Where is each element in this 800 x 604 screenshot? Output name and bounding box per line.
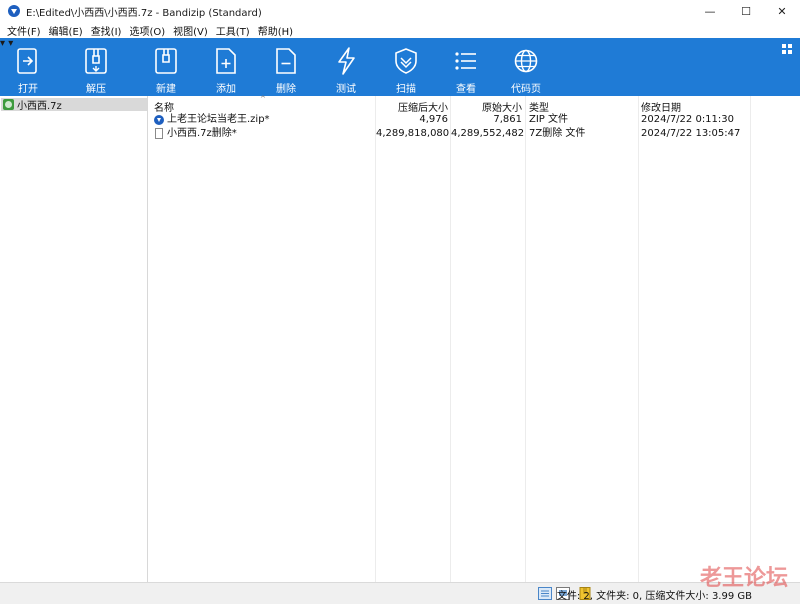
- document-icon: [155, 128, 163, 139]
- menu-tools[interactable]: 工具(T): [212, 23, 254, 38]
- open-button[interactable]: 打开: [4, 38, 52, 96]
- scan-button[interactable]: 扫描: [382, 38, 430, 96]
- menu-find[interactable]: 查找(I): [87, 23, 126, 38]
- new-archive-icon: [155, 48, 177, 74]
- delete-file-icon: [276, 48, 296, 74]
- column-header-packed[interactable]: 压缩后大小: [376, 99, 448, 114]
- codepage-label: 代码页: [511, 84, 541, 95]
- menu-file[interactable]: 文件(F): [3, 23, 45, 38]
- view-label: 查看: [456, 84, 476, 95]
- column-divider: [525, 96, 526, 582]
- menu-help[interactable]: 帮助(H): [254, 23, 297, 38]
- add-file-icon: [216, 48, 236, 74]
- add-button[interactable]: 添加: [202, 38, 250, 96]
- minimize-button[interactable]: —: [692, 0, 728, 22]
- menu-edit[interactable]: 编辑(E): [45, 23, 87, 38]
- window-controls: — ☐ ✕: [692, 0, 800, 22]
- column-divider: [450, 96, 451, 582]
- tree-item-label: 小西西.7z: [17, 101, 62, 112]
- file-name: 小西西.7z删除*: [167, 128, 237, 139]
- layout-grid-icon[interactable]: [782, 44, 792, 54]
- open-archive-icon: [17, 48, 37, 74]
- zip-file-icon: [154, 115, 164, 125]
- column-header-modified[interactable]: 修改日期: [641, 99, 681, 114]
- list-view-icon: [455, 52, 476, 70]
- open-label: 打开: [18, 84, 38, 95]
- file-row[interactable]: 小西西.7z删除* 4,289,818,080 4,289,552,482 7Z…: [150, 127, 800, 141]
- tree-item-archive-root[interactable]: 小西西.7z: [1, 98, 147, 112]
- menu-view[interactable]: 视图(V): [169, 23, 212, 38]
- test-label: 测试: [336, 84, 356, 95]
- column-divider: [375, 96, 376, 582]
- column-header-size[interactable]: 原始大小: [451, 99, 522, 114]
- toolbar: 打开 ▾ 解压 ▾ 新建 添加 删除 测试 扫描 查看 代码页: [0, 38, 800, 96]
- file-packed-size: 4,976: [419, 114, 448, 125]
- close-button[interactable]: ✕: [764, 0, 800, 22]
- column-header-type[interactable]: 类型: [529, 99, 549, 114]
- scan-label: 扫描: [396, 84, 416, 95]
- folder-tree: 小西西.7z: [0, 96, 148, 582]
- menu-options[interactable]: 选项(O): [125, 23, 169, 38]
- maximize-button[interactable]: ☐: [728, 0, 764, 22]
- extract-zipper-icon: [85, 48, 107, 74]
- extract-button[interactable]: 解压: [72, 38, 120, 96]
- delete-label: 删除: [276, 84, 296, 95]
- file-modified: 2024/7/22 13:05:47: [641, 128, 741, 139]
- archive-icon: [3, 99, 14, 110]
- title-bar: E:\Edited\小西西\小西西.7z - Bandizip (Standar…: [0, 0, 800, 22]
- file-original-size: 7,861: [493, 114, 522, 125]
- details-view-icon[interactable]: [538, 587, 552, 600]
- file-modified: 2024/7/22 0:11:30: [641, 114, 735, 125]
- file-list: 名称 ^ 压缩后大小 原始大小 类型 修改日期 上老王论坛当老王.zip* 4,…: [150, 95, 800, 582]
- bandizip-app-icon: [8, 5, 20, 17]
- file-row[interactable]: 上老王论坛当老王.zip* 4,976 7,861 ZIP 文件 2024/7/…: [150, 113, 800, 127]
- new-button[interactable]: 新建: [142, 38, 190, 96]
- shield-icon: [395, 48, 417, 74]
- add-label: 添加: [216, 84, 236, 95]
- file-type: ZIP 文件: [529, 114, 569, 125]
- globe-icon: [514, 49, 538, 73]
- column-divider: [638, 96, 639, 582]
- view-button[interactable]: 查看: [442, 38, 490, 96]
- file-packed-size: 4,289,818,080: [376, 128, 450, 139]
- file-name: 上老王论坛当老王.zip*: [167, 114, 270, 125]
- new-label: 新建: [156, 84, 176, 95]
- watermark-logo: 老王论坛: [699, 566, 788, 591]
- window-title: E:\Edited\小西西\小西西.7z - Bandizip (Standar…: [26, 7, 262, 19]
- file-type: 7Z删除 文件: [529, 128, 586, 139]
- status-bar: 文件: 2, 文件夹: 0, 压缩文件大小: 3.99 GB: [0, 582, 800, 604]
- column-divider: [750, 96, 751, 582]
- file-original-size: 4,289,552,482: [451, 128, 525, 139]
- column-header-name[interactable]: 名称: [154, 99, 174, 114]
- codepage-button[interactable]: 代码页: [502, 38, 550, 96]
- menu-bar: 文件(F) 编辑(E) 查找(I) 选项(O) 视图(V) 工具(T) 帮助(H…: [0, 22, 800, 38]
- sort-ascending-icon: ^: [260, 95, 266, 103]
- lightning-bolt-icon: [338, 47, 355, 75]
- extract-label: 解压: [86, 84, 106, 95]
- test-button[interactable]: 测试: [322, 38, 370, 96]
- delete-button[interactable]: 删除: [262, 38, 310, 96]
